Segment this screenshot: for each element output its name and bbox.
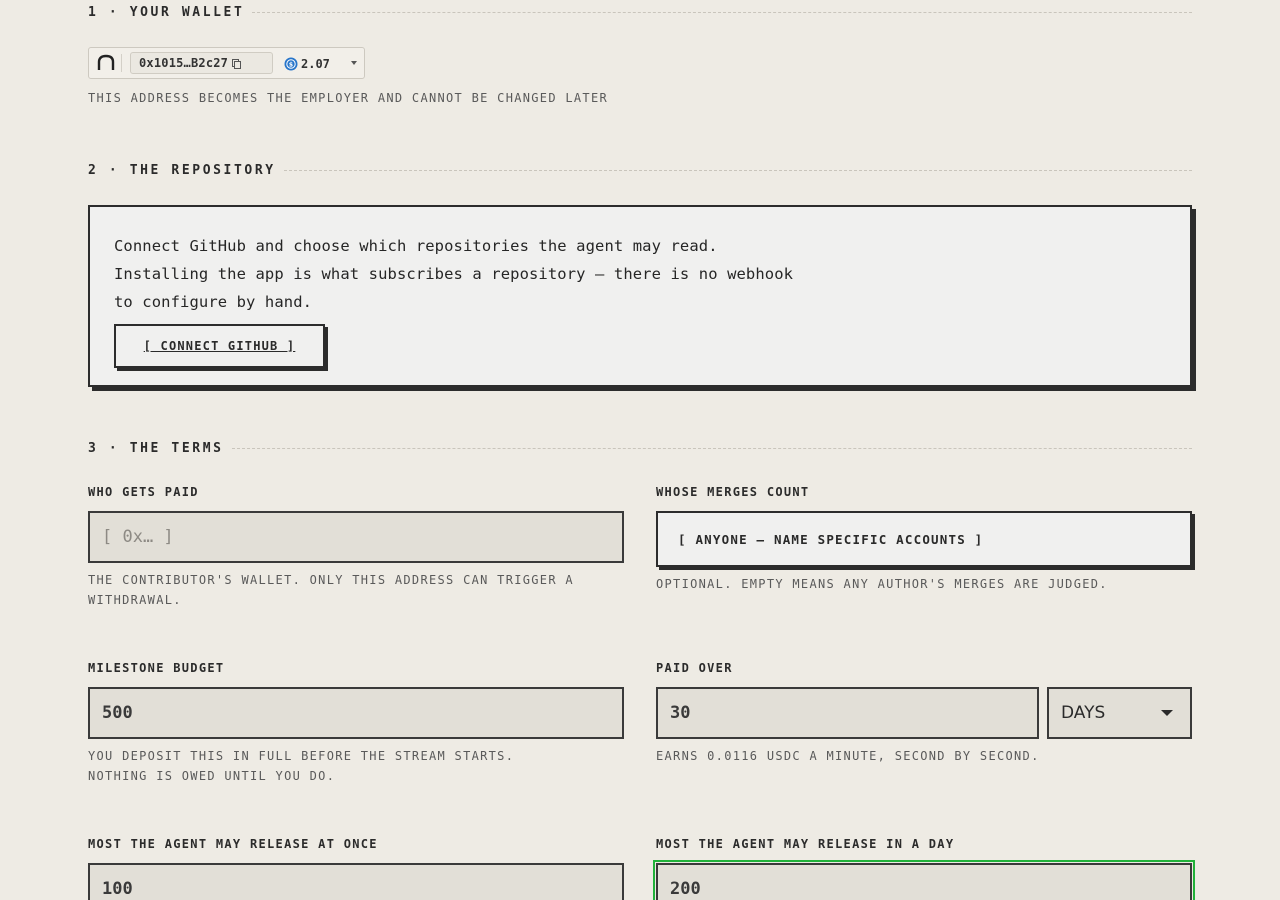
chevron-down-icon [1161,710,1173,716]
paid-over-label: PAID OVER [656,661,733,675]
section-divider [252,11,1192,13]
wallet-balance[interactable]: $ 2.07 [284,54,330,74]
section-divider [231,447,1192,449]
repo-text-line: Installing the app is what subscribes a … [114,265,794,283]
repository-card: Connect GitHub and choose which reposito… [88,205,1192,387]
max-release-once-label: MOST THE AGENT MAY RELEASE AT ONCE [88,837,378,851]
section-divider [283,169,1192,171]
wallet-address: 0x1015…B2c27 [139,56,229,70]
selected-unit: DAYS [1061,703,1106,723]
section-header-wallet: 1 · YOUR WALLET [88,2,1192,22]
section-header-terms: 3 · THE TERMS [88,438,1192,458]
repository-description: Connect GitHub and choose which reposito… [114,232,793,316]
who-gets-paid-label: WHO GETS PAID [88,485,199,499]
section-header-repository: 2 · THE REPOSITORY [88,160,1192,180]
whose-merges-hint: OPTIONAL. EMPTY MEANS ANY AUTHOR'S MERGE… [656,577,1108,591]
section-title: 3 · THE TERMS [88,440,224,456]
hint-line: NOTHING IS OWED UNTIL YOU DO. [88,769,336,783]
hint-line: YOU DEPOSIT THIS IN FULL BEFORE THE STRE… [88,749,515,763]
milestone-budget-hint: YOU DEPOSIT THIS IN FULL BEFORE THE STRE… [88,746,628,786]
wallet-hint: THIS ADDRESS BECOMES THE EMPLOYER AND CA… [88,91,609,105]
max-release-day-label: MOST THE AGENT MAY RELEASE IN A DAY [656,837,955,851]
wallet-address-button[interactable]: 0x1015…B2c27 [130,52,273,74]
paid-over-input[interactable]: 30 [656,687,1039,739]
milestone-budget-label: MILESTONE BUDGET [88,661,225,675]
page: 1 · YOUR WALLET 0x1015…B2c27 $ 2.07 THIS… [0,0,1280,900]
repo-text-line: Connect GitHub and choose which reposito… [114,237,718,255]
repo-text-line: to configure by hand. [114,293,313,311]
max-release-once-input[interactable]: 100 [88,863,624,900]
section-title: 1 · YOUR WALLET [88,4,245,20]
usdc-icon: $ [284,57,298,71]
hint-line: THE CONTRIBUTOR'S WALLET. ONLY THIS ADDR… [88,573,574,587]
name-accounts-button[interactable]: [ ANYONE — NAME SPECIFIC ACCOUNTS ] [656,511,1192,567]
milestone-budget-input[interactable]: 500 [88,687,624,739]
svg-text:$: $ [289,62,293,69]
balance-amount: 2.07 [301,57,330,71]
who-gets-paid-hint: THE CONTRIBUTOR'S WALLET. ONLY THIS ADDR… [88,570,628,610]
connect-github-button[interactable]: [ CONNECT GITHUB ] [114,324,325,368]
max-release-day-input[interactable]: 200 [653,860,1195,900]
paid-over-unit-select[interactable]: DAYS [1047,687,1192,739]
who-gets-paid-input[interactable]: [ 0x… ] [88,511,624,563]
paid-over-hint: EARNS 0.0116 USDC A MINUTE, SECOND BY SE… [656,749,1040,763]
wallet-divider [121,54,122,72]
app-logo-icon [97,54,115,70]
hint-line: WITHDRAWAL. [88,593,182,607]
chevron-down-icon[interactable] [351,61,357,65]
whose-merges-label: WHOSE MERGES COUNT [656,485,810,499]
section-title: 2 · THE REPOSITORY [88,162,276,178]
wallet-widget[interactable]: 0x1015…B2c27 $ 2.07 [88,47,365,79]
copy-icon[interactable] [232,58,242,69]
